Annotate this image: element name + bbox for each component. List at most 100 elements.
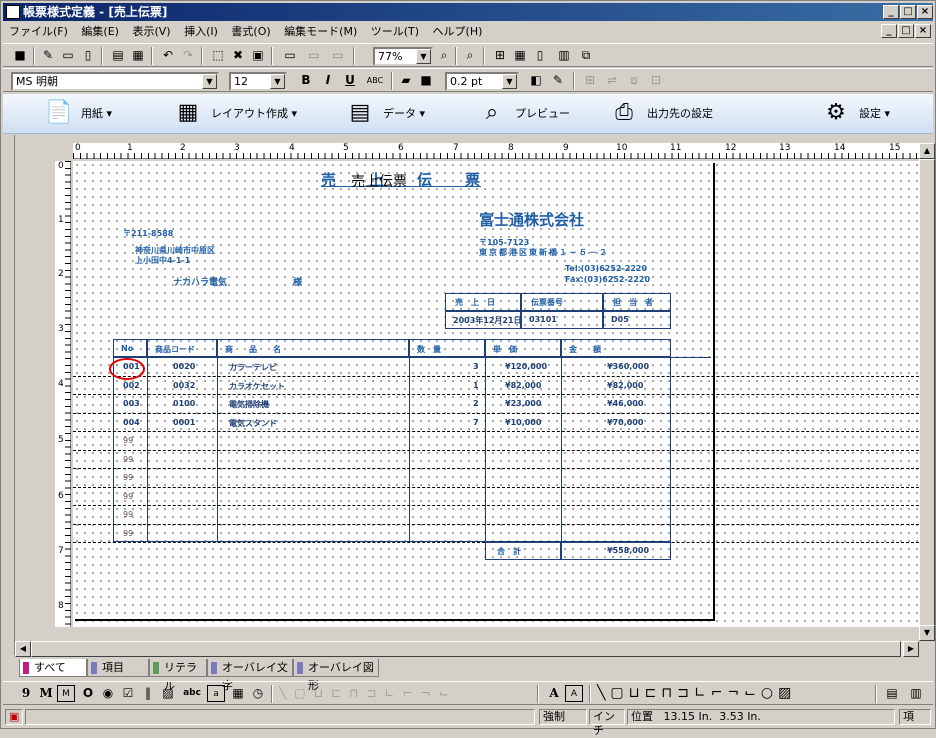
menu-format[interactable]: 書式(O) (225, 22, 274, 41)
column-header[interactable]: 数 量 (417, 344, 441, 355)
left-panel-grip[interactable] (3, 135, 15, 655)
color-icon[interactable]: ▰ (397, 72, 415, 89)
shape-tools[interactable]: ╲▢⊔⊏⊓⊐∟⌐¬⌙○▨ (597, 685, 796, 701)
chevron-down-icon[interactable]: ▼ (202, 74, 217, 89)
vertical-scrollbar[interactable]: ▲ ▼ (919, 143, 935, 641)
scroll-up-icon[interactable]: ▲ (919, 143, 935, 159)
mdi-minimize-button[interactable]: _ (881, 24, 897, 38)
row-unit-price[interactable]: ¥10,000 (505, 418, 541, 427)
customer-name[interactable]: ナカハラ電気 (173, 275, 227, 288)
row-no[interactable]: 004 (123, 418, 140, 427)
row-name[interactable]: カラオケセット (229, 381, 285, 392)
customer-suffix[interactable]: 様 (293, 275, 302, 288)
layout-button[interactable]: ▦ レイアウト作成 ▾ (175, 100, 305, 128)
row-code[interactable]: 0020 (173, 362, 195, 371)
column-header[interactable]: 商 品 名 (225, 344, 281, 355)
page-icon[interactable]: ▯ (531, 47, 549, 64)
scroll-down-icon[interactable]: ▼ (919, 625, 935, 641)
layer-icon[interactable]: ◧ (527, 72, 545, 89)
horizontal-scrollbar[interactable]: ◀ ▶ (15, 641, 919, 657)
delete-item-icon[interactable]: ✖ (229, 47, 247, 64)
company-tel[interactable]: Tel:(03)6252-2220 (565, 264, 647, 273)
menu-tools[interactable]: ツール(T) (365, 22, 423, 41)
circle-item-icon[interactable]: O (79, 685, 97, 702)
header-value[interactable]: D05 (611, 315, 629, 324)
checkbox-icon[interactable]: ☑ (119, 685, 137, 702)
settings-button[interactable]: ⚙ 設定 ▾ (823, 100, 913, 128)
grid-icon[interactable]: ⊞ (491, 47, 509, 64)
row-qty[interactable]: 7 (473, 418, 479, 427)
tab-overlay-shape[interactable]: オーバレイ図形 (293, 659, 379, 692)
group-icon[interactable]: ⊡ (647, 72, 665, 89)
preview-button[interactable]: ⌕ プレビュー (479, 100, 570, 128)
company-address[interactable]: 東京都港区東新橋１－５－２ (479, 247, 609, 258)
size-icon[interactable]: ⧈ (625, 72, 643, 89)
line-width-combo[interactable]: 0.2 pt ▼ (445, 72, 519, 91)
app-icon[interactable] (6, 5, 20, 19)
calendar-icon[interactable]: ▦ (229, 685, 247, 702)
select-icon[interactable]: ⬚ (209, 47, 227, 64)
row-name[interactable]: カラーテレビ (229, 362, 277, 373)
tab-literal[interactable]: リテラル (149, 659, 207, 692)
overlay-icon[interactable]: ⧉ (577, 47, 595, 64)
row-no-placeholder[interactable]: 99 (123, 510, 133, 519)
column-header[interactable]: 商品コード (155, 344, 195, 355)
row-code[interactable]: 0032 (173, 381, 195, 390)
minimize-button[interactable]: _ (883, 5, 899, 19)
column-header[interactable]: No (121, 344, 133, 353)
undo-icon[interactable]: ↶ (159, 47, 177, 64)
total-value[interactable]: ¥558,000 (607, 546, 649, 555)
row-amount[interactable]: ¥46,000 (607, 399, 643, 408)
maximize-button[interactable]: □ (900, 5, 916, 19)
radio-icon[interactable]: ◉ (99, 685, 117, 702)
tab-all[interactable]: すべて (19, 659, 87, 677)
menu-edit[interactable]: 編集(E) (75, 22, 123, 41)
customer-address2[interactable]: 上小田中4-1-1 (135, 255, 190, 266)
text-item-icon[interactable]: M (37, 685, 55, 702)
abc-button[interactable]: ABC (363, 72, 387, 89)
menu-insert[interactable]: 挿入(I) (178, 22, 222, 41)
table-icon[interactable]: ▦ (511, 47, 529, 64)
frame2-icon[interactable]: ▭ (303, 47, 325, 64)
bold-button[interactable]: B (297, 72, 315, 89)
edit-icon[interactable]: ✎ (39, 47, 57, 64)
list-icon[interactable]: ▥ (555, 47, 573, 64)
tab-items[interactable]: 項目 (87, 659, 149, 677)
row-no-placeholder[interactable]: 99 (123, 473, 133, 482)
font-combo[interactable]: MS 明朝 ▼ (11, 72, 219, 91)
redo-icon[interactable]: ↷ (179, 47, 197, 64)
zoom-combo[interactable]: 77% ▼ (373, 47, 433, 66)
row-no[interactable]: 002 (123, 381, 140, 390)
overlay-boxed-text-icon[interactable]: A (565, 685, 583, 702)
zoom-in-icon[interactable]: ⌕ (435, 47, 453, 64)
scroll-right-icon[interactable]: ▶ (903, 641, 919, 657)
tab-overlay-text[interactable]: オーバレイ文字 (207, 659, 293, 692)
row-qty[interactable]: 1 (473, 381, 479, 390)
design-canvas[interactable]: 売 上 伝 票 売上伝票 富士通株式会社 〒105-7123 東京都港区東新橋１… (73, 161, 919, 627)
frame3-icon[interactable]: ▭ (327, 47, 349, 64)
image-item-icon[interactable]: ▨ (159, 685, 177, 702)
row-code[interactable]: 0001 (173, 418, 195, 427)
save-icon[interactable]: ■ (11, 47, 29, 64)
document-icon[interactable]: ▯ (79, 47, 97, 64)
row-qty[interactable]: 3 (473, 362, 479, 371)
menu-view[interactable]: 表示(V) (126, 22, 174, 41)
scroll-left-icon[interactable]: ◀ (15, 641, 31, 657)
scroll-thumb[interactable] (919, 159, 935, 627)
row-no-placeholder[interactable]: 99 (123, 492, 133, 501)
row-no[interactable]: 003 (123, 399, 140, 408)
menu-file[interactable]: ファイル(F) (3, 22, 72, 41)
row-qty[interactable]: 2 (473, 399, 479, 408)
align-icon[interactable]: ⊞ (581, 72, 599, 89)
row-amount[interactable]: ¥82,000 (607, 381, 643, 390)
print-icon[interactable]: ▤ (109, 47, 127, 64)
chevron-down-icon[interactable]: ▼ (416, 49, 431, 64)
header-label[interactable]: 売 上 日 (455, 297, 495, 308)
font-size-combo[interactable]: 12 ▼ (229, 72, 287, 91)
mdi-close-button[interactable]: × (915, 24, 931, 38)
overlay-text-icon[interactable]: A (545, 685, 563, 702)
fill-icon[interactable]: ■ (417, 72, 435, 89)
scroll-thumb[interactable] (31, 641, 901, 657)
close-button[interactable]: × (917, 5, 933, 19)
zoom-fit-icon[interactable]: ⌕ (461, 47, 479, 64)
